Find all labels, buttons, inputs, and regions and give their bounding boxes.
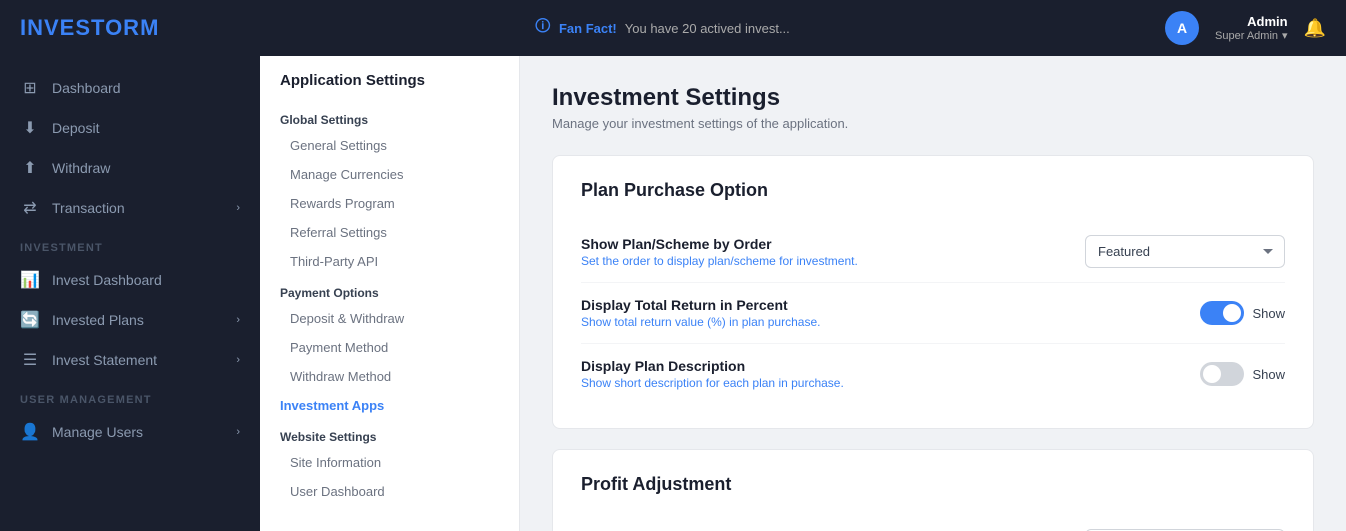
invested-plans-icon: 🔄	[20, 310, 40, 330]
chevron-right-icon: ›	[236, 354, 240, 366]
total-return-toggle-label: Show	[1252, 306, 1285, 321]
global-settings-label: Global Settings	[260, 103, 519, 131]
settings-nav-api[interactable]: Third-Party API	[260, 247, 519, 276]
plan-desc-control: Show	[1200, 362, 1285, 386]
avatar: A	[1165, 11, 1199, 45]
sidebar-item-invest-statement[interactable]: ☰ Invest Statement ›	[0, 340, 260, 380]
manage-users-icon: 👤	[20, 422, 40, 442]
plan-purchase-title: Plan Purchase Option	[581, 180, 1285, 201]
sidebar-item-invest-dashboard[interactable]: 📊 Invest Dashboard	[0, 260, 260, 300]
sidebar-item-withdraw[interactable]: ⬆ Withdraw	[0, 148, 260, 188]
settings-nav-investment-apps[interactable]: Investment Apps	[260, 391, 519, 420]
sidebar-item-deposit[interactable]: ⬇ Deposit	[0, 108, 260, 148]
settings-panel: Application Settings Global Settings Gen…	[260, 56, 520, 531]
chevron-right-icon: ›	[236, 426, 240, 438]
invest-dashboard-icon: 📊	[20, 270, 40, 290]
page-title: Investment Settings	[552, 84, 1314, 112]
toggle-knob	[1203, 365, 1221, 383]
invest-statement-icon: ☰	[20, 350, 40, 370]
sidebar-item-label: Invested Plans	[52, 312, 144, 328]
withdraw-icon: ⬆	[20, 158, 40, 178]
sidebar-item-label: Deposit	[52, 120, 99, 136]
settings-nav-currencies[interactable]: Manage Currencies	[260, 160, 519, 189]
page-subtitle: Manage your investment settings of the a…	[552, 116, 1314, 131]
investment-section-label: INVESTMENT	[0, 228, 260, 260]
fan-fact-icon: 🛈	[535, 15, 551, 42]
profit-adjustment-card: Profit Adjustment Adjust Profit / Intere…	[552, 449, 1314, 531]
sidebar-item-dashboard[interactable]: ⊞ Dashboard	[0, 68, 260, 108]
settings-nav-deposit-withdraw[interactable]: Deposit & Withdraw	[260, 304, 519, 333]
setting-row-plan-desc: Display Plan Description Show short desc…	[581, 344, 1285, 404]
plan-desc-toggle-label: Show	[1252, 367, 1285, 382]
settings-nav-payment-method[interactable]: Payment Method	[260, 333, 519, 362]
sidebar: ⊞ Dashboard ⬇ Deposit ⬆ Withdraw ⇄ Trans…	[0, 56, 260, 531]
fan-fact-bar: 🛈 Fan Fact! You have 20 actived invest..…	[535, 15, 790, 42]
plan-order-select[interactable]: Featured Latest Oldest	[1085, 235, 1285, 268]
setting-label-total-return: Display Total Return in Percent Show tot…	[581, 297, 820, 329]
website-settings-label: Website Settings	[260, 420, 519, 448]
transaction-icon: ⇄	[20, 198, 40, 218]
dashboard-icon: ⊞	[20, 78, 40, 98]
bell-icon[interactable]: 🔔	[1304, 18, 1326, 39]
settings-nav-user-dashboard[interactable]: User Dashboard	[260, 477, 519, 506]
profit-adjustment-title: Profit Adjustment	[581, 474, 1285, 495]
chevron-right-icon: ›	[236, 202, 240, 214]
logo-accent: ORM	[105, 15, 159, 40]
sidebar-item-invested-plans[interactable]: 🔄 Invested Plans ›	[0, 300, 260, 340]
admin-role[interactable]: Super Admin ▾	[1215, 29, 1288, 42]
setting-row-total-return: Display Total Return in Percent Show tot…	[581, 283, 1285, 344]
settings-nav-withdraw-method[interactable]: Withdraw Method	[260, 362, 519, 391]
sidebar-item-label: Withdraw	[52, 160, 110, 176]
total-return-toggle[interactable]	[1200, 301, 1244, 325]
payment-options-label: Payment Options	[260, 276, 519, 304]
plan-purchase-card: Plan Purchase Option Show Plan/Scheme by…	[552, 155, 1314, 429]
deposit-icon: ⬇	[20, 118, 40, 138]
sidebar-item-label: Invest Statement	[52, 352, 157, 368]
plan-desc-toggle-wrapper: Show	[1200, 362, 1285, 386]
settings-nav-referral[interactable]: Referral Settings	[260, 218, 519, 247]
user-management-section-label: USER MANAGEMENT	[0, 380, 260, 412]
topbar: INVESTORM 🛈 Fan Fact! You have 20 active…	[0, 0, 1346, 56]
sidebar-item-manage-users[interactable]: 👤 Manage Users ›	[0, 412, 260, 452]
layout: ⊞ Dashboard ⬇ Deposit ⬆ Withdraw ⇄ Trans…	[0, 56, 1346, 531]
settings-nav-general[interactable]: General Settings	[260, 131, 519, 160]
setting-label-plan-desc: Display Plan Description Show short desc…	[581, 358, 844, 390]
sidebar-item-label: Dashboard	[52, 80, 121, 96]
total-return-control: Show	[1200, 301, 1285, 325]
setting-label-plan-order: Show Plan/Scheme by Order Set the order …	[581, 236, 858, 268]
settings-nav-site-info[interactable]: Site Information	[260, 448, 519, 477]
logo: INVESTORM	[20, 15, 159, 41]
main-content: Investment Settings Manage your investme…	[520, 56, 1346, 531]
chevron-down-icon: ▾	[1282, 29, 1288, 42]
fan-fact-label: Fan Fact!	[559, 21, 617, 36]
plan-order-control: Featured Latest Oldest	[1085, 235, 1285, 268]
plan-desc-toggle[interactable]	[1200, 362, 1244, 386]
sidebar-item-label: Manage Users	[52, 424, 143, 440]
sidebar-item-label: Transaction	[52, 200, 125, 216]
fan-fact-text: You have 20 actived invest...	[625, 21, 790, 36]
settings-panel-title: Application Settings	[260, 72, 519, 103]
admin-name: Admin	[1215, 14, 1288, 29]
total-return-toggle-wrapper: Show	[1200, 301, 1285, 325]
topbar-right: A Admin Super Admin ▾ 🔔	[1165, 11, 1326, 45]
toggle-knob	[1223, 304, 1241, 322]
settings-nav-rewards[interactable]: Rewards Program	[260, 189, 519, 218]
sidebar-item-transaction[interactable]: ⇄ Transaction ›	[0, 188, 260, 228]
admin-info: Admin Super Admin ▾	[1215, 14, 1288, 42]
sidebar-item-label: Invest Dashboard	[52, 272, 162, 288]
setting-row-plan-order: Show Plan/Scheme by Order Set the order …	[581, 221, 1285, 283]
setting-row-adjust-profit: Adjust Profit / Interest How do you want…	[581, 515, 1285, 531]
chevron-right-icon: ›	[236, 314, 240, 326]
